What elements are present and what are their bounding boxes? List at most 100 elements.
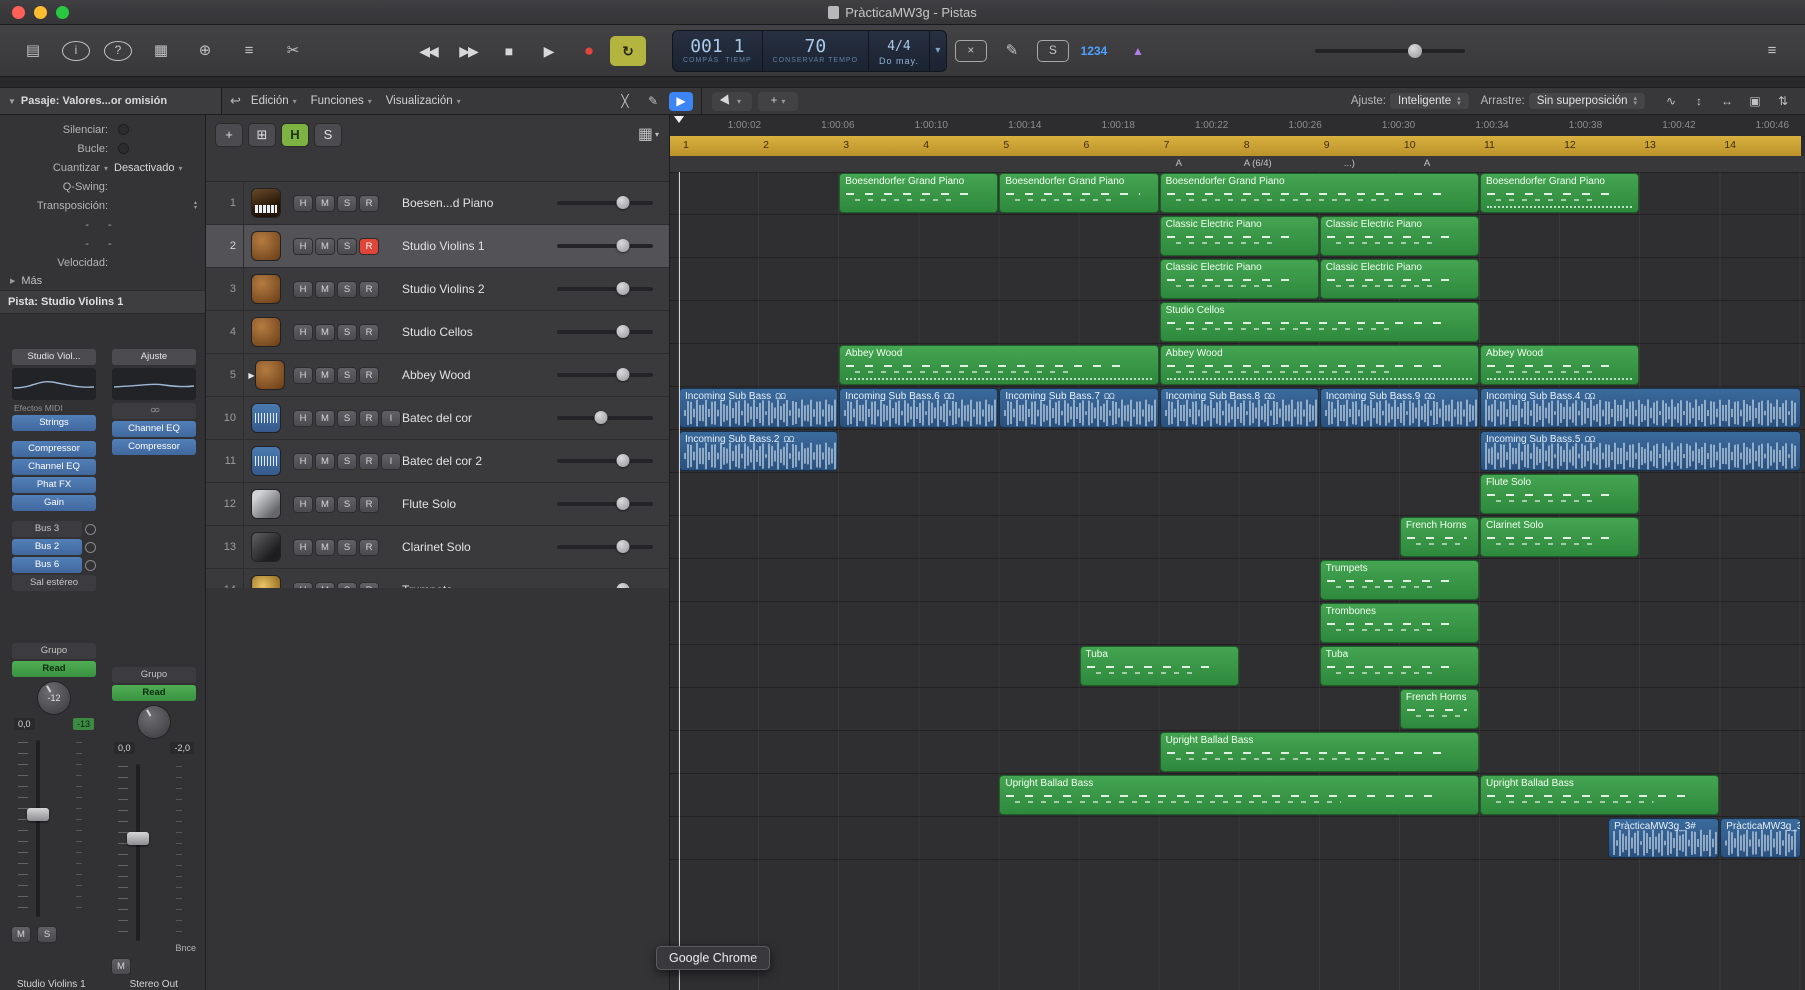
zoom-presets-icon[interactable]: ▣: [1743, 92, 1767, 111]
mute-button[interactable]: M: [12, 927, 30, 942]
solo-button[interactable]: S: [338, 454, 356, 469]
master-list-icon[interactable]: ≡: [1753, 38, 1791, 64]
track-row[interactable]: 14HMSRTrumpets: [206, 569, 669, 588]
automation-mode-slot[interactable]: Read: [12, 661, 96, 677]
track-inspector-header[interactable]: Pista: Studio Violins 1: [0, 290, 205, 314]
volume-fader[interactable]: [12, 736, 96, 921]
track-volume-slider[interactable]: [557, 368, 653, 382]
record-button[interactable]: R: [360, 411, 378, 426]
slider-knob[interactable]: [595, 411, 608, 424]
send-knob[interactable]: [85, 560, 96, 571]
midi-region[interactable]: Upright Ballad Bass: [1160, 732, 1479, 772]
record-button[interactable]: R: [360, 325, 378, 340]
volume-fader[interactable]: [112, 760, 196, 945]
midi-region[interactable]: Tuba: [1080, 646, 1239, 686]
midi-region[interactable]: Trumpets: [1320, 560, 1479, 600]
mute-button[interactable]: M: [316, 282, 334, 297]
midi-region[interactable]: Classic Electric Piano: [1320, 259, 1479, 299]
pan-knob[interactable]: [138, 706, 170, 738]
menu-visualización[interactable]: Visualización: [386, 95, 461, 107]
playhead-line[interactable]: [679, 172, 680, 990]
track-name[interactable]: Studio Violins 2: [398, 282, 557, 296]
mute-button[interactable]: M: [316, 368, 334, 383]
midi-region[interactable]: Flute Solo: [1480, 474, 1639, 514]
quick-help-icon[interactable]: ?: [104, 41, 132, 61]
hide-button[interactable]: H: [294, 497, 312, 512]
region-play-icon[interactable]: ▶: [248, 371, 254, 380]
track-volume-slider[interactable]: [557, 325, 653, 339]
eq-thumbnail[interactable]: [112, 368, 196, 400]
audio-region[interactable]: Incoming Sub Bass.8ΩΩ: [1160, 388, 1319, 428]
audio-fx-slot[interactable]: Channel EQ: [112, 421, 196, 437]
track-row[interactable]: 10HMSRIBatec del cor: [206, 397, 669, 440]
drag-popup[interactable]: Sin superposición▴▾: [1529, 93, 1645, 109]
track-volume-slider[interactable]: [557, 239, 653, 253]
mute-button[interactable]: M: [316, 325, 334, 340]
mute-button[interactable]: M: [316, 239, 334, 254]
hide-button[interactable]: H: [294, 239, 312, 254]
mixer-icon[interactable]: ≡: [230, 38, 268, 64]
stereo-format-icon[interactable]: ○○: [112, 403, 196, 419]
track-volume-slider[interactable]: [557, 196, 653, 210]
track-name[interactable]: Studio Cellos: [398, 325, 557, 339]
mute-button[interactable]: M: [112, 959, 130, 974]
hide-button[interactable]: H: [294, 325, 312, 340]
menu-edición[interactable]: Edición: [251, 95, 297, 107]
solo-button[interactable]: S: [38, 927, 56, 942]
solo-button[interactable]: S: [338, 540, 356, 555]
midi-region[interactable]: Abbey Wood: [1480, 345, 1639, 385]
count-in-button[interactable]: 1234: [1075, 38, 1113, 64]
group-slot[interactable]: Grupo: [12, 643, 96, 659]
inspector-param[interactable]: Q-Swing:: [0, 177, 205, 196]
track-row[interactable]: 3HMSRStudio Violins 2: [206, 268, 669, 311]
horizontal-zoom-icon[interactable]: ↔: [1715, 92, 1739, 111]
audio-region[interactable]: Incoming Sub Bass.7ΩΩ: [999, 388, 1158, 428]
track-row[interactable]: 5▶HMSRAbbey Wood: [206, 354, 669, 397]
hide-button[interactable]: H: [294, 368, 312, 383]
hide-tracks-button[interactable]: H: [282, 124, 308, 146]
midi-region[interactable]: French Horns: [1400, 689, 1479, 729]
inspector-param[interactable]: Velocidad:: [0, 253, 205, 272]
track-name[interactable]: Abbey Wood: [398, 368, 557, 382]
send-slot[interactable]: Bus 3: [12, 520, 96, 538]
send-slot[interactable]: Bus 6: [12, 556, 96, 574]
catch-playhead-button[interactable]: ▶: [669, 92, 693, 111]
midi-region[interactable]: Studio Cellos: [1160, 302, 1479, 342]
solo-button[interactable]: S: [338, 282, 356, 297]
inspector-param[interactable]: CuantizarDesactivado: [0, 158, 205, 177]
track-list-empty-area[interactable]: [206, 588, 669, 990]
audio-region[interactable]: Incoming Sub BassΩΩ: [679, 388, 838, 428]
mute-button[interactable]: M: [316, 411, 334, 426]
play-button[interactable]: ▶: [530, 36, 566, 66]
track-row[interactable]: 13HMSRClarinet Solo: [206, 526, 669, 569]
track-row[interactable]: 12HMSRFlute Solo: [206, 483, 669, 526]
time-ruler[interactable]: 1:00:021:00:061:00:101:00:141:00:181:00:…: [670, 115, 1805, 137]
mute-button[interactable]: M: [316, 196, 334, 211]
track-name[interactable]: Flute Solo: [398, 497, 557, 511]
midi-region[interactable]: Trombones: [1320, 603, 1479, 643]
mute-button[interactable]: M: [316, 540, 334, 555]
audio-fx-slot[interactable]: Phat FX: [12, 477, 96, 493]
record-button[interactable]: R: [360, 540, 378, 555]
audio-fx-slot[interactable]: Gain: [12, 495, 96, 511]
midi-region[interactable]: Boesendorfer Grand Piano: [1480, 173, 1639, 213]
back-icon[interactable]: ↩: [230, 93, 241, 109]
midi-region[interactable]: Classic Electric Piano: [1320, 216, 1479, 256]
midi-region[interactable]: Tuba: [1320, 646, 1479, 686]
audio-fx-slot[interactable]: Channel EQ: [12, 459, 96, 475]
audio-fx-slot[interactable]: Compressor: [112, 439, 196, 455]
midi-region[interactable]: French Horns: [1400, 517, 1479, 557]
midi-region[interactable]: Boesendorfer Grand Piano: [839, 173, 998, 213]
pencil-tool-icon[interactable]: ✎: [641, 92, 665, 111]
slider-knob[interactable]: [617, 540, 630, 553]
vertical-zoom-icon[interactable]: ↕: [1687, 92, 1711, 111]
arrangement-marker[interactable]: ...): [1344, 158, 1355, 169]
send-slot[interactable]: Bus 2: [12, 538, 96, 556]
midi-region[interactable]: Upright Ballad Bass: [1480, 775, 1719, 815]
fader-cap[interactable]: [127, 832, 149, 845]
record-button[interactable]: R: [360, 454, 378, 469]
solo-mode-icon[interactable]: S: [1037, 40, 1069, 62]
rewind-button[interactable]: ◀◀: [410, 36, 446, 66]
track-name[interactable]: Batec del cor: [398, 411, 557, 425]
solo-tracks-button[interactable]: S: [315, 124, 341, 146]
